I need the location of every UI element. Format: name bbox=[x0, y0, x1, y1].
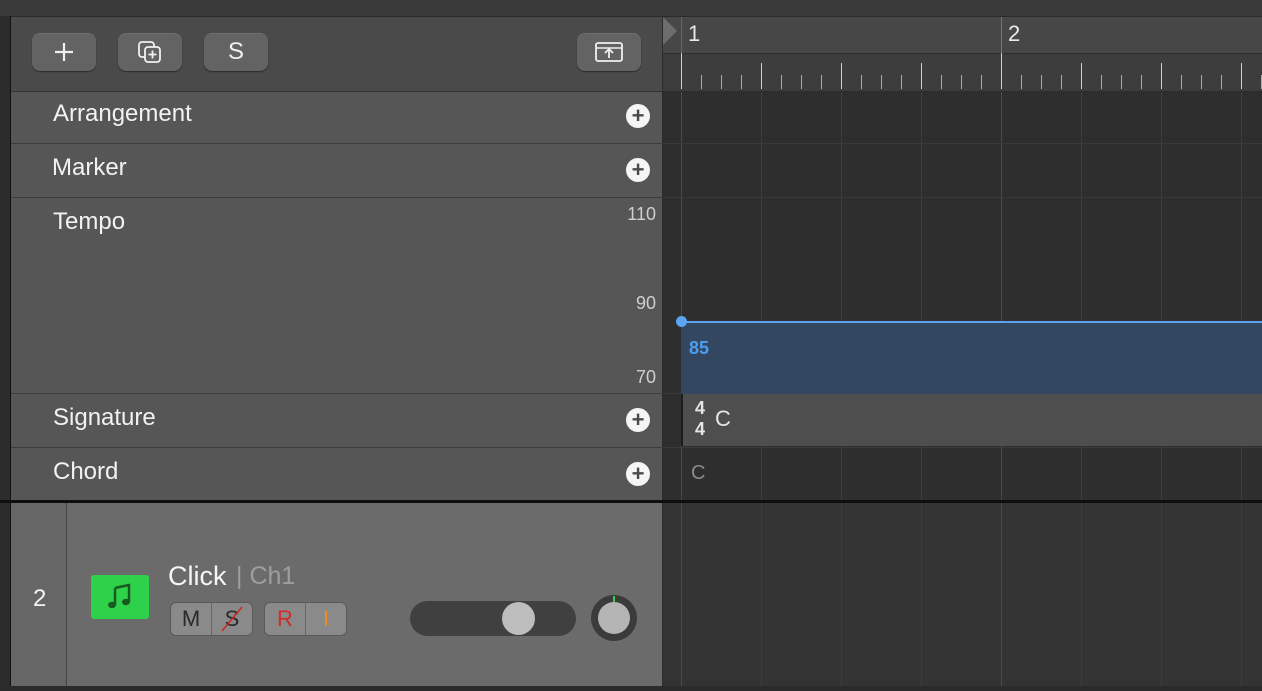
global-track-marker[interactable]: Marker + bbox=[11, 144, 662, 198]
volume-slider-knob[interactable] bbox=[502, 602, 535, 635]
signature-region[interactable]: 4 4 C bbox=[681, 394, 1262, 446]
arrangement-label: Arrangement bbox=[53, 100, 192, 127]
track-number: 2 bbox=[33, 585, 47, 612]
chord-value: C bbox=[691, 462, 706, 484]
beat-ticks bbox=[681, 53, 1262, 89]
bar-lines bbox=[681, 17, 1002, 53]
tempo-scale-90: 90 bbox=[635, 293, 656, 313]
tempo-label: Tempo bbox=[53, 208, 126, 235]
signature-label: Signature bbox=[53, 404, 156, 431]
tray-up-icon bbox=[595, 42, 623, 62]
tempo-region[interactable] bbox=[681, 321, 1262, 394]
record-enable-button[interactable]: R bbox=[265, 603, 305, 635]
track-icon[interactable] bbox=[91, 575, 149, 619]
tempo-node[interactable] bbox=[676, 316, 687, 327]
timeline-ruler[interactable]: 1 2 bbox=[663, 17, 1262, 91]
global-track-chord[interactable]: Chord + bbox=[11, 448, 662, 501]
bar-ruler[interactable]: 1 2 bbox=[663, 17, 1262, 54]
left-edge bbox=[0, 16, 11, 686]
mute-button[interactable]: M bbox=[171, 603, 211, 635]
global-track-tempo[interactable]: Tempo 110 90 70 bbox=[11, 198, 662, 394]
signature-numerator: 4 bbox=[695, 398, 706, 418]
marker-label: Marker bbox=[52, 154, 127, 181]
add-marker-button[interactable]: + bbox=[626, 158, 650, 182]
solo-disabled-slash-icon bbox=[221, 606, 243, 632]
music-note-icon bbox=[108, 583, 131, 609]
track-name[interactable]: Click bbox=[168, 561, 227, 592]
track-header-click[interactable]: 2 Click | Ch1 M S R I bbox=[11, 503, 662, 686]
track-number-column: 2 bbox=[11, 503, 67, 686]
add-signature-button[interactable]: + bbox=[626, 408, 650, 432]
tempo-scale-70: 70 bbox=[635, 367, 656, 387]
key-signature: C bbox=[715, 406, 731, 431]
add-chord-button[interactable]: + bbox=[626, 462, 650, 486]
track-lane-grid bbox=[681, 503, 1242, 686]
plus-icon bbox=[55, 43, 73, 61]
add-arrangement-button[interactable]: + bbox=[626, 104, 650, 128]
track-lane-click[interactable] bbox=[663, 503, 1262, 686]
chord-label: Chord bbox=[53, 458, 119, 485]
volume-slider[interactable] bbox=[410, 601, 576, 636]
pan-knob[interactable] bbox=[589, 593, 639, 643]
upload-button[interactable] bbox=[577, 33, 641, 71]
global-track-signature[interactable]: Signature + bbox=[11, 394, 662, 448]
tempo-value: 85 bbox=[689, 338, 710, 358]
s-button-label: S bbox=[227, 38, 244, 65]
global-tracks-lanes[interactable]: 85 4 4 C C bbox=[663, 92, 1262, 502]
record-input-group: R I bbox=[264, 602, 347, 636]
signature-denominator: 4 bbox=[695, 419, 706, 439]
track-header-toolbar: S bbox=[11, 17, 662, 92]
tempo-scale-110: 110 bbox=[627, 204, 656, 224]
global-track-arrangement[interactable]: Arrangement + bbox=[11, 92, 662, 144]
mute-solo-group: M S bbox=[170, 602, 253, 636]
solo-button[interactable]: S bbox=[211, 603, 252, 635]
top-strip bbox=[0, 0, 1262, 17]
global-tracks-s-button[interactable]: S bbox=[204, 33, 268, 71]
add-track-button[interactable] bbox=[32, 33, 96, 71]
input-monitor-button[interactable]: I bbox=[305, 603, 346, 635]
track-channel: | Ch1 bbox=[236, 562, 296, 590]
duplicate-track-icon bbox=[138, 41, 161, 63]
duplicate-track-button[interactable] bbox=[118, 33, 182, 71]
